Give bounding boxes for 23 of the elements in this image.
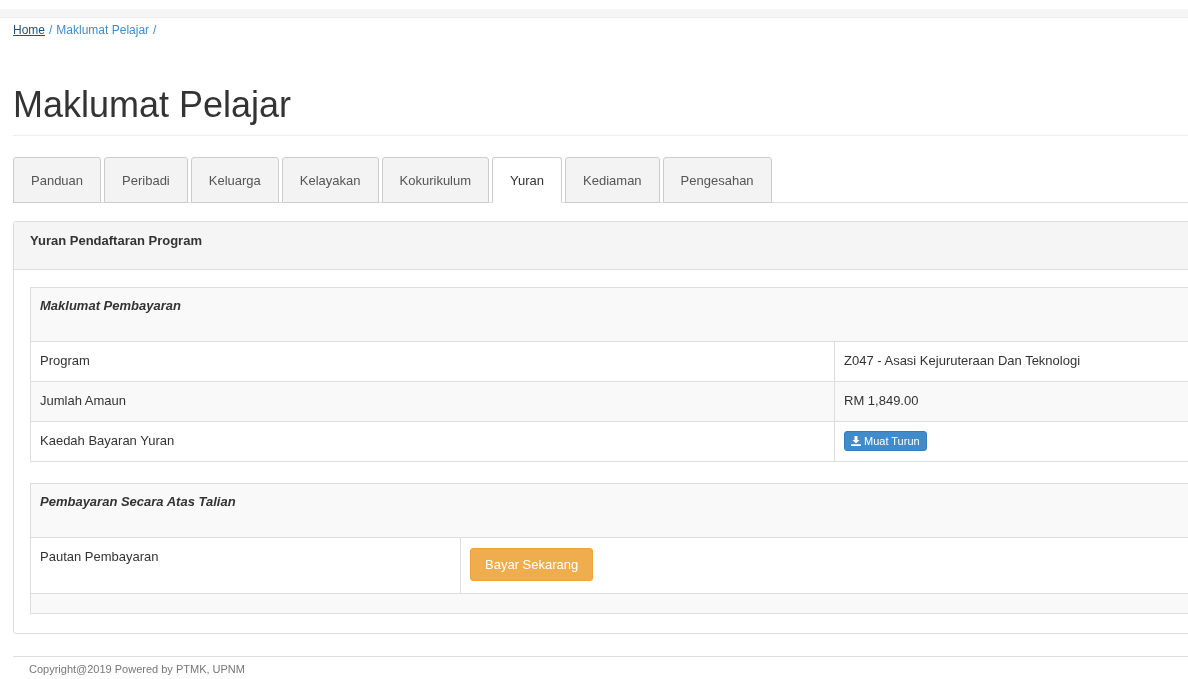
- table-cell: Pautan Pembayaran: [30, 537, 461, 594]
- download-icon: [851, 436, 861, 446]
- tab[interactable]: Keluarga: [190, 157, 279, 203]
- panel-title: Yuran Pendaftaran Program: [30, 233, 202, 248]
- tab[interactable]: Kediaman: [565, 157, 660, 203]
- table-heading: Maklumat Pembayaran: [40, 298, 181, 313]
- table-heading: Pembayaran Secara Atas Talian: [40, 494, 236, 509]
- breadcrumb-link[interactable]: Maklumat Pelajar: [56, 23, 150, 37]
- download-button[interactable]: Muat Turun: [844, 431, 927, 451]
- breadcrumb-separator: /: [49, 23, 53, 37]
- table-cell: Jumlah Amaun: [30, 381, 835, 422]
- tab[interactable]: Yuran: [492, 157, 563, 203]
- breadcrumb-link[interactable]: Home: [13, 23, 45, 37]
- tab[interactable]: Panduan: [13, 157, 102, 203]
- tab[interactable]: Pengesahan: [662, 157, 772, 203]
- page-title: Maklumat Pelajar: [13, 85, 1188, 136]
- tab[interactable]: Peribadi: [104, 157, 188, 203]
- table-cell: Program: [30, 341, 835, 382]
- table-cell: Kaedah Bayaran Yuran: [30, 421, 835, 462]
- footer-text: Copyright@2019 Powered by PTMK, UPNM: [29, 663, 245, 675]
- tab[interactable]: Kokurikulum: [381, 157, 490, 203]
- tab[interactable]: Kelayakan: [281, 157, 379, 203]
- breadcrumb-separator: /: [153, 23, 157, 37]
